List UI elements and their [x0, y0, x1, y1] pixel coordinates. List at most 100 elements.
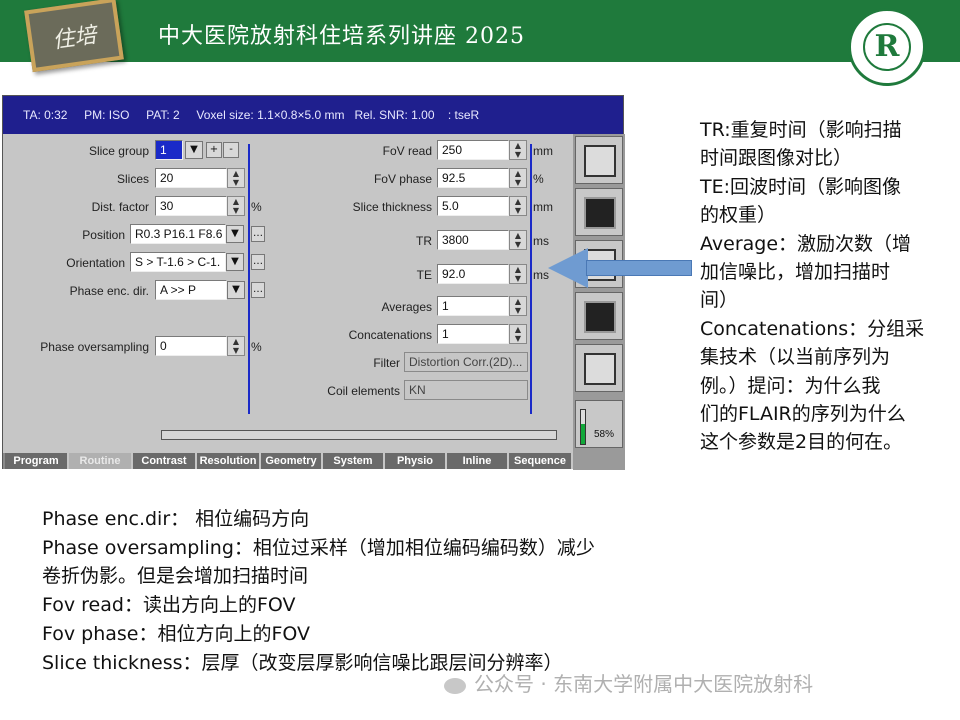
- position-label: Position: [82, 228, 125, 242]
- head-localizer-button[interactable]: [575, 136, 623, 184]
- note-line: 集技术（以当前序列为: [700, 346, 891, 369]
- remove-group-button[interactable]: -: [223, 142, 239, 158]
- averages-label: Averages: [381, 300, 432, 314]
- tab-contrast[interactable]: Contrast: [133, 453, 197, 469]
- orientation-more-button[interactable]: …: [251, 254, 265, 270]
- add-group-button[interactable]: +: [206, 142, 222, 158]
- tab-geometry[interactable]: Geometry: [261, 453, 323, 469]
- dist-factor-stepper[interactable]: ▲ ▼: [227, 196, 245, 216]
- thickness-stepper[interactable]: ▲ ▼: [509, 196, 527, 216]
- column-divider: [248, 144, 250, 414]
- orientation-label: Orientation: [66, 256, 125, 270]
- concatenations-stepper[interactable]: ▲ ▼: [509, 324, 527, 344]
- lecture-badge: 住培: [24, 0, 124, 73]
- te-input[interactable]: 92.0: [437, 264, 509, 284]
- orientation-field[interactable]: S > T-1.6 > C-1.: [130, 252, 226, 272]
- coil-elements-field: KN: [404, 380, 528, 400]
- pointer-arrow-shaft: [586, 260, 692, 276]
- watermark: 公众号 · 东南大学附属中大医院放射科: [444, 668, 813, 697]
- tr-input[interactable]: 3800: [437, 230, 509, 250]
- note-line: 们的FLAIR的序列为什么: [700, 403, 906, 426]
- fov-phase-stepper[interactable]: ▲ ▼: [509, 168, 527, 188]
- note-line: 卷折伪影。但是会增加扫描时间: [42, 565, 309, 588]
- dist-factor-unit: %: [251, 200, 262, 214]
- view-image-button[interactable]: [575, 188, 623, 236]
- position-field[interactable]: R0.3 P16.1 F8.6: [130, 224, 226, 244]
- fov-read-input[interactable]: 250: [437, 140, 509, 160]
- head-image-icon: [584, 197, 616, 229]
- dist-factor-input[interactable]: 30: [155, 196, 227, 216]
- chevron-down-icon[interactable]: ▼: [226, 225, 244, 243]
- scan-status-bar: TA: 0:32 PM: ISO PAT: 2 Voxel size: 1.1×…: [3, 96, 623, 134]
- tab-system[interactable]: System: [323, 453, 385, 469]
- sar-gauge-button[interactable]: 58%: [575, 400, 623, 448]
- tab-physio[interactable]: Physio: [385, 453, 447, 469]
- note-line: TE:回波时间（影响图像: [700, 175, 902, 198]
- oversampling-unit: %: [251, 340, 262, 354]
- coil-elements-label: Coil elements: [327, 384, 400, 398]
- fov-phase-unit: %: [533, 172, 544, 186]
- thickness-input[interactable]: 5.0: [437, 196, 509, 216]
- waveform-icon: [584, 301, 616, 333]
- logo-inner-ring: R: [863, 23, 911, 71]
- fov-phase-input[interactable]: 92.5: [437, 168, 509, 188]
- hospital-logo: R: [848, 8, 926, 86]
- averages-input[interactable]: 1: [437, 296, 509, 316]
- scan-progress-bar: [161, 430, 557, 440]
- note-line: Fov phase：相位方向上的FOV: [42, 622, 311, 645]
- patient-edit-button[interactable]: [575, 344, 623, 392]
- oversampling-stepper[interactable]: ▲ ▼: [227, 336, 245, 356]
- te-unit: ms: [533, 268, 549, 282]
- fov-read-label: FoV read: [382, 144, 432, 158]
- routine-panel: Slice group 1 ▼ + - Slices 20 ▲ ▼ Dist. f…: [8, 134, 573, 452]
- header-banner: 住培 中大医院放射科住培系列讲座 2025: [0, 0, 960, 73]
- oversampling-label: Phase oversampling: [40, 340, 149, 354]
- note-line: 这个参数是2目的何在。: [700, 431, 903, 454]
- page-title: 中大医院放射科住培系列讲座 2025: [158, 24, 525, 49]
- dist-factor-label: Dist. factor: [91, 200, 149, 214]
- tr-stepper[interactable]: ▲ ▼: [509, 230, 527, 250]
- note-line: 间）: [700, 289, 739, 312]
- concatenations-label: Concatenations: [348, 328, 432, 342]
- tab-resolution[interactable]: Resolution: [197, 453, 261, 469]
- tab-program[interactable]: Program: [5, 453, 69, 469]
- phase-enc-field[interactable]: A >> P: [155, 280, 227, 300]
- logo-letter: R: [874, 29, 900, 64]
- phase-enc-more-button[interactable]: …: [251, 282, 265, 298]
- fov-phase-label: FoV phase: [373, 172, 432, 186]
- chevron-down-icon[interactable]: ▼: [185, 141, 203, 159]
- slice-group-select[interactable]: 1: [155, 140, 183, 160]
- bottom-notes: Phase enc.dir： 相位编码方向 Phase oversampling…: [42, 505, 702, 677]
- physio-monitor-button[interactable]: [575, 292, 623, 340]
- slices-label: Slices: [116, 172, 149, 186]
- slices-stepper[interactable]: ▲ ▼: [227, 168, 245, 188]
- fov-read-stepper[interactable]: ▲ ▼: [509, 140, 527, 160]
- note-line: Concatenations：分组采: [700, 317, 925, 340]
- position-more-button[interactable]: …: [251, 226, 265, 242]
- filter-field[interactable]: Distortion Corr.(2D)...: [404, 352, 528, 372]
- note-line: Fov read：读出方向上的FOV: [42, 594, 296, 617]
- patient-pen-icon: [584, 353, 616, 385]
- filter-label: Filter: [373, 356, 400, 370]
- slices-input[interactable]: 20: [155, 168, 227, 188]
- tr-label: TR: [416, 234, 432, 248]
- concatenations-input[interactable]: 1: [437, 324, 509, 344]
- head-scan-icon: [584, 145, 616, 177]
- oversampling-input[interactable]: 0: [155, 336, 227, 356]
- note-line: 时间跟图像对比）: [700, 147, 853, 170]
- tab-inline[interactable]: Inline: [447, 453, 509, 469]
- tab-sequence[interactable]: Sequence: [509, 453, 573, 469]
- tab-routine[interactable]: Routine: [69, 453, 133, 469]
- badge-text: 住培: [50, 23, 99, 54]
- wechat-icon: [444, 677, 466, 694]
- note-line: Phase enc.dir： 相位编码方向: [42, 508, 310, 530]
- parameter-tabs: Program Routine Contrast Resolution Geom…: [3, 453, 573, 469]
- tr-unit: ms: [533, 234, 549, 248]
- chevron-down-icon[interactable]: ▼: [226, 253, 244, 271]
- phase-enc-label: Phase enc. dir.: [69, 284, 149, 298]
- chevron-down-icon[interactable]: ▼: [227, 281, 245, 299]
- te-stepper[interactable]: ▲ ▼: [509, 264, 527, 284]
- averages-stepper[interactable]: ▲ ▼: [509, 296, 527, 316]
- slice-group-label: Slice group: [88, 144, 149, 158]
- watermark-text: 公众号 · 东南大学附属中大医院放射科: [474, 672, 814, 696]
